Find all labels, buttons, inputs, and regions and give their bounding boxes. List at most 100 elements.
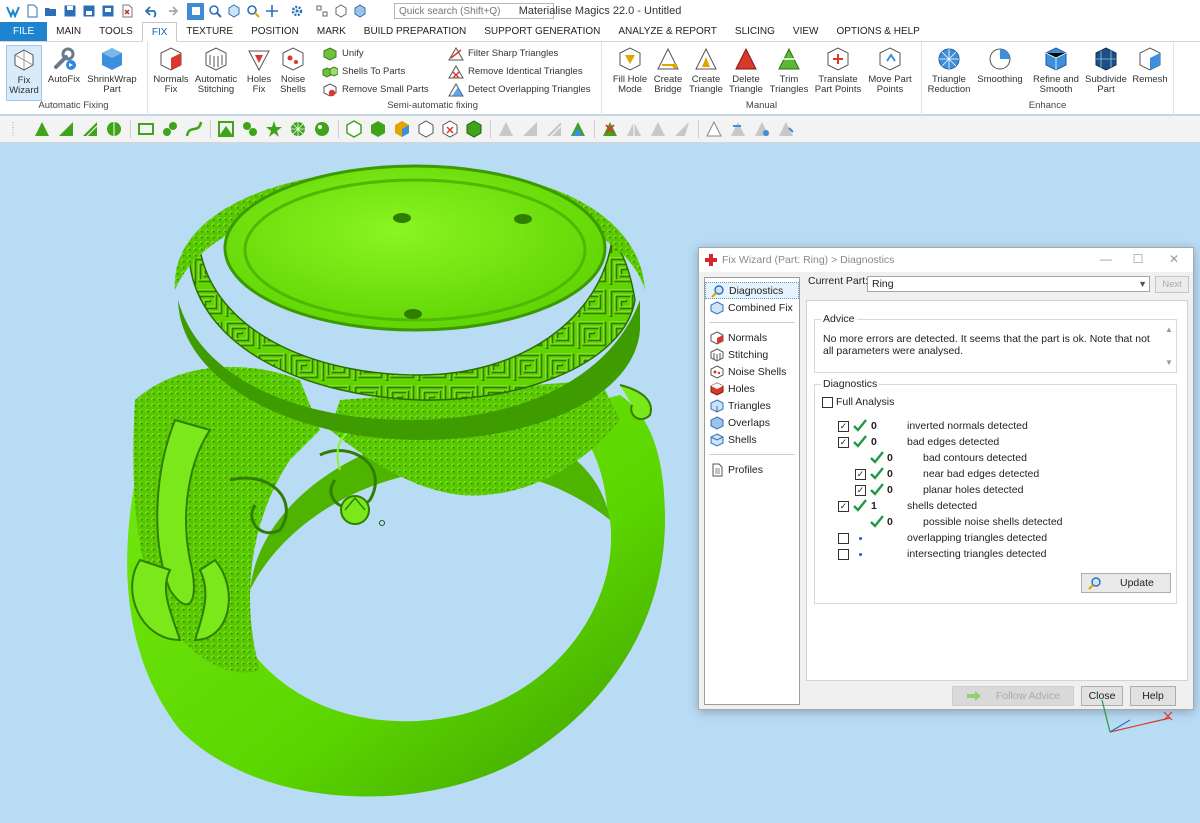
smoothing-button[interactable]: Smoothing [976, 45, 1024, 85]
select-part-icon[interactable] [187, 2, 204, 20]
nav-combined-fix[interactable]: Combined Fix [705, 299, 799, 316]
mark-contour-icon[interactable] [216, 120, 235, 139]
part-solid-icon[interactable] [344, 120, 363, 139]
intersecting-checkbox[interactable] [838, 549, 849, 560]
redo-icon[interactable] [162, 3, 179, 20]
triangle-tool-9-icon[interactable] [704, 120, 723, 139]
tab-view[interactable]: VIEW [784, 22, 828, 41]
nav-shells[interactable]: Shells [705, 431, 799, 448]
detect-overlapping-triangles-button[interactable]: Detect Overlapping Triangles [448, 81, 591, 98]
tab-file[interactable]: FILE [0, 22, 48, 41]
tab-texture[interactable]: TEXTURE [177, 22, 242, 41]
zoom-icon[interactable] [206, 3, 223, 20]
near-bad-edges-checkbox[interactable]: ✓ [855, 469, 866, 480]
triangle-tool-12-icon[interactable] [776, 120, 795, 139]
create-triangle-button[interactable]: Create Triangle [688, 45, 724, 95]
inverted-normals-checkbox[interactable]: ✓ [838, 421, 849, 432]
advice-scrollbar[interactable]: ▲ ▼ [1164, 324, 1174, 370]
box-icon[interactable] [332, 3, 349, 20]
current-part-select[interactable]: Ring ▼ [867, 276, 1150, 292]
part-invert-icon[interactable] [464, 120, 483, 139]
pan-icon[interactable] [263, 3, 280, 20]
mark-star-icon[interactable] [264, 120, 283, 139]
bad-edges-checkbox[interactable]: ✓ [838, 437, 849, 448]
tab-support-generation[interactable]: SUPPORT GENERATION [475, 22, 609, 41]
mark-triangle-icon[interactable] [32, 120, 51, 139]
create-bridge-button[interactable]: Create Bridge [650, 45, 686, 95]
autofix-button[interactable]: AutoFix [46, 45, 82, 85]
close-file-icon[interactable] [118, 3, 135, 20]
open-folder-icon[interactable] [42, 3, 59, 20]
minimize-icon[interactable]: — [1095, 250, 1117, 268]
trim-triangles-button[interactable]: Trim Triangles [768, 45, 810, 95]
tab-mark[interactable]: MARK [308, 22, 355, 41]
dialog-title-bar[interactable]: Fix Wizard (Part: Ring) > Diagnostics — … [699, 248, 1193, 272]
mark-loop-icon[interactable] [240, 120, 259, 139]
normals-fix-button[interactable]: Normals Fix [152, 45, 190, 95]
save-icon[interactable] [61, 3, 78, 20]
tab-analyze-report[interactable]: ANALYZE & REPORT [609, 22, 726, 41]
tab-tools[interactable]: TOOLS [90, 22, 142, 41]
nav-overlaps[interactable]: Overlaps [705, 414, 799, 431]
undo-icon[interactable] [143, 3, 160, 20]
follow-advice-button[interactable]: Follow Advice [952, 686, 1074, 706]
part-color-icon[interactable] [392, 120, 411, 139]
shells-checkbox[interactable]: ✓ [838, 501, 849, 512]
move-part-points-button[interactable]: Move Part Points [866, 45, 914, 95]
mark-wheel-icon[interactable] [288, 120, 307, 139]
fix-wizard-button[interactable]: Fix Wizard [6, 45, 42, 101]
measure-icon[interactable] [244, 3, 261, 20]
triangle-tool-6-icon[interactable] [624, 120, 643, 139]
mark-plane-icon[interactable] [56, 120, 75, 139]
scroll-up-icon[interactable]: ▲ [1164, 324, 1174, 335]
part-list-icon[interactable] [351, 3, 368, 20]
mark-connected-icon[interactable] [160, 120, 179, 139]
triangle-tool-2-icon[interactable] [520, 120, 539, 139]
automatic-stitching-button[interactable]: Automatic Stitching [192, 45, 240, 95]
scroll-down-icon[interactable]: ▼ [1164, 357, 1174, 368]
next-button[interactable]: Next [1155, 276, 1189, 293]
triangle-tool-3-icon[interactable] [544, 120, 563, 139]
triangle-reduction-button[interactable]: Triangle Reduction [926, 45, 972, 95]
remove-identical-triangles-button[interactable]: Remove Identical Triangles [448, 63, 583, 80]
mark-sphere-icon[interactable] [312, 120, 331, 139]
tab-main[interactable]: MAIN [47, 22, 90, 41]
triangle-tool-11-icon[interactable] [752, 120, 771, 139]
shrinkwrap-part-button[interactable]: ShrinkWrap Part [84, 45, 140, 95]
mark-window-icon[interactable] [136, 120, 155, 139]
noise-shells-button[interactable]: Noise Shells [276, 45, 310, 95]
filter-sharp-triangles-button[interactable]: Filter Sharp Triangles [448, 45, 558, 62]
tab-options-help[interactable]: OPTIONS & HELP [827, 22, 928, 41]
shells-to-parts-button[interactable]: Shells To Parts [322, 63, 405, 80]
triangle-tool-4-icon[interactable] [568, 120, 587, 139]
unify-button[interactable]: Unify [322, 45, 364, 62]
triangle-tool-1-icon[interactable] [496, 120, 515, 139]
update-button[interactable]: Update [1081, 573, 1171, 593]
delete-triangle-button[interactable]: Delete Triangle [726, 45, 766, 95]
refine-and-smooth-button[interactable]: Refine and Smooth [1030, 45, 1082, 95]
overlapping-checkbox[interactable] [838, 533, 849, 544]
nav-triangles[interactable]: Triangles [705, 397, 799, 414]
part-select-icon[interactable] [416, 120, 435, 139]
remove-small-parts-button[interactable]: Remove Small Parts [322, 81, 429, 98]
tab-fix[interactable]: FIX [141, 22, 178, 42]
triangle-tool-7-icon[interactable] [648, 120, 667, 139]
view-cube-icon[interactable] [225, 3, 242, 20]
maximize-icon[interactable]: ☐ [1127, 250, 1149, 268]
mark-curve-icon[interactable] [184, 120, 203, 139]
new-file-icon[interactable] [23, 3, 40, 20]
save-all-icon[interactable] [99, 3, 116, 20]
triangle-tool-5-icon[interactable] [600, 120, 619, 139]
nav-diagnostics[interactable]: Diagnostics [705, 282, 799, 299]
settings-icon[interactable] [288, 3, 305, 20]
nav-stitching[interactable]: Stitching [705, 346, 799, 363]
mark-surface-icon[interactable] [80, 120, 99, 139]
tab-slicing[interactable]: SLICING [726, 22, 784, 41]
fill-hole-mode-button[interactable]: Fill Hole Mode [610, 45, 650, 95]
triangle-tool-8-icon[interactable] [672, 120, 691, 139]
close-icon[interactable]: ✕ [1163, 250, 1185, 268]
part-unmark-icon[interactable] [440, 120, 459, 139]
nav-normals[interactable]: Normals [705, 329, 799, 346]
save-as-icon[interactable] [80, 3, 97, 20]
triangle-tool-10-icon[interactable] [728, 120, 747, 139]
